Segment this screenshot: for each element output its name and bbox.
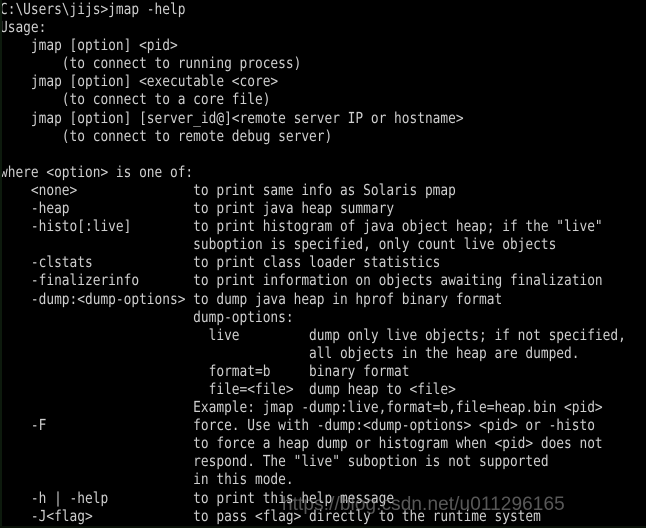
console-line: to force a heap dump or histogram when <… xyxy=(0,434,603,453)
console-line: -F force. Use with -dump:<dump-options> … xyxy=(0,416,595,435)
console-line: Example: jmap -dump:live,format=b,file=h… xyxy=(0,398,603,417)
terminal-window[interactable]: C:\Users\jijs>jmap -help Usage: jmap [opt… xyxy=(0,0,646,528)
console-line: C:\Users\jijs>jmap -help xyxy=(0,0,186,18)
console-line: live dump only live objects; if not spec… xyxy=(0,325,626,344)
console-line: all objects in the heap are dumped. xyxy=(0,343,580,362)
console-line: -histo[:live] to print histogram of java… xyxy=(0,217,603,236)
console-line: jmap [option] [server_id@]<remote server… xyxy=(0,108,464,127)
console-line: (to connect to remote debug server) xyxy=(0,126,333,145)
console-line: dump-options: xyxy=(0,307,294,326)
console-line: -J<flag> to pass <flag> directly to the … xyxy=(0,506,541,525)
console-line: file=<file> dump heap to <file> xyxy=(0,379,456,398)
console-line: jmap [option] <executable <core> xyxy=(0,72,279,91)
console-line: in this mode. xyxy=(0,470,294,489)
console-line: -dump:<dump-options> to dump java heap i… xyxy=(0,289,503,308)
console-line: -finalizerinfo to print information on o… xyxy=(0,271,603,290)
console-line: -clstats to print class loader statistic… xyxy=(0,253,441,272)
console-line: where <option> is one of: xyxy=(0,162,194,181)
console-line: suboption is specified, only count live … xyxy=(0,235,557,254)
console-line: respond. The "live" suboption is not sup… xyxy=(0,452,549,471)
console-line: (to connect to running process) xyxy=(0,54,302,73)
console-line: -h | -help to print this help message xyxy=(0,488,395,507)
console-line: <none> to print same info as Solaris pma… xyxy=(0,180,456,199)
console-line: Usage: xyxy=(0,18,47,37)
console-line: jmap [option] <pid> xyxy=(0,36,178,55)
console-line: format=b binary format xyxy=(0,361,410,380)
console-line: -heap to print java heap summary xyxy=(0,199,395,218)
console-output: C:\Users\jijs>jmap -help Usage: jmap [opt… xyxy=(0,0,646,525)
console-line: (to connect to a core file) xyxy=(0,90,271,109)
